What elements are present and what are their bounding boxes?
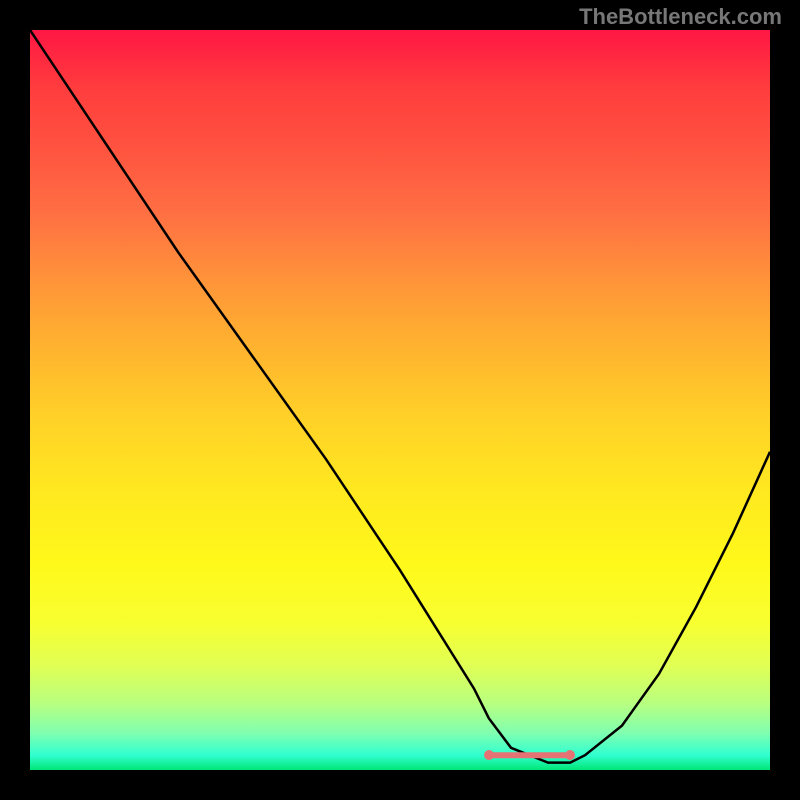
optimal-range-start-marker (484, 750, 494, 760)
optimal-range-end-marker (565, 750, 575, 760)
watermark-label: TheBottleneck.com (579, 4, 782, 30)
bottleneck-curve-path (30, 30, 770, 763)
chart-plot-area (30, 30, 770, 770)
bottleneck-curve-svg (30, 30, 770, 770)
